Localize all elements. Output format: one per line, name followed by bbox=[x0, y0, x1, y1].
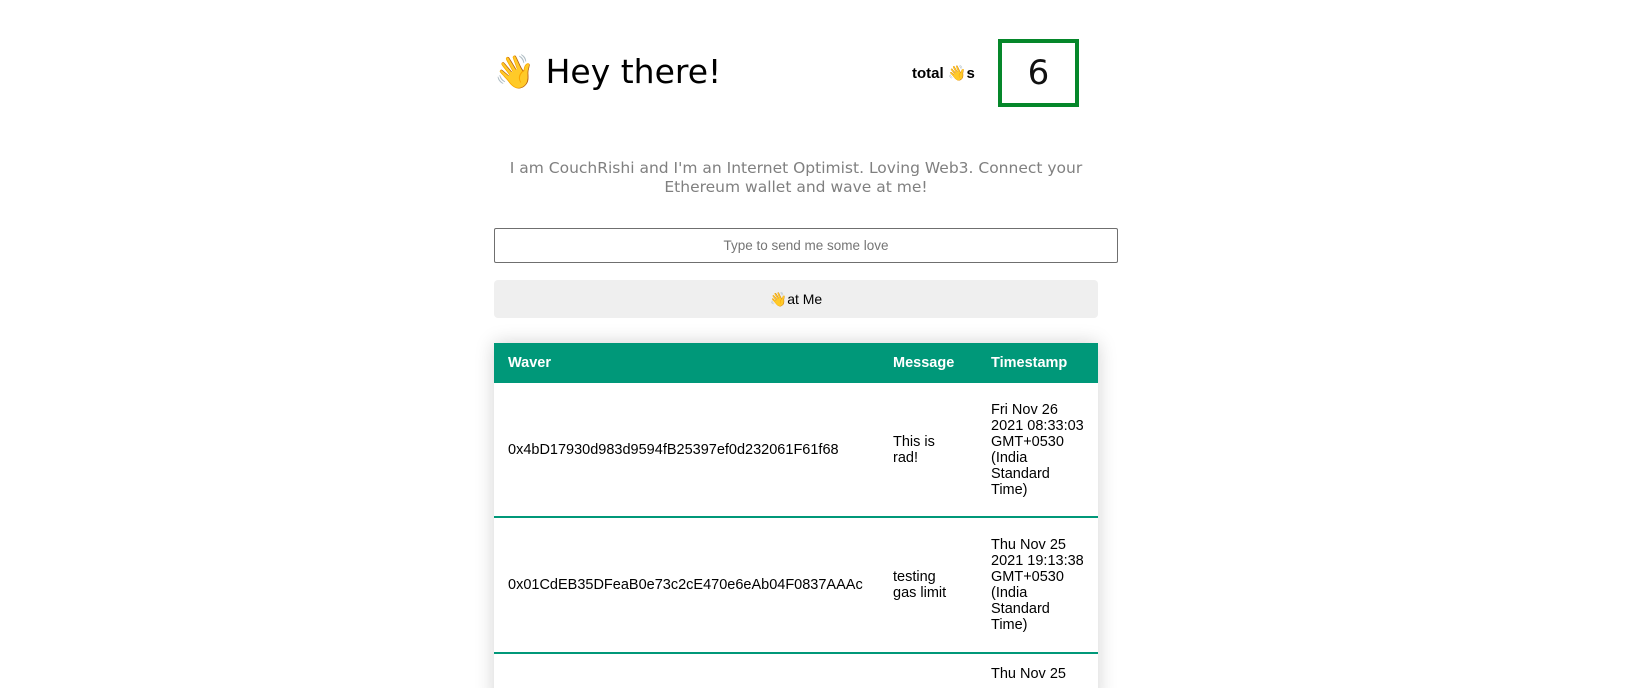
wave-message bbox=[879, 653, 977, 688]
wave-message: This is rad! bbox=[893, 433, 935, 466]
table-row: 0x01CdEB35DFeaB0e73c2cE470e6eAb04F0837AA… bbox=[494, 517, 1098, 653]
page-title: 👋 Hey there! bbox=[494, 52, 722, 91]
waver-address: 0x4bD17930d983d9594fB25397ef0d232061F61f… bbox=[508, 441, 839, 458]
waves-table: Waver Message Timestamp 0x4bD17930d983d9… bbox=[494, 343, 1098, 688]
wave-message: testing gas limit bbox=[893, 569, 947, 601]
wave-timestamp: Thu Nov 25 2021 19:13:38 GMT+0530 (India… bbox=[991, 537, 1084, 633]
waves-table-container: Waver Message Timestamp 0x4bD17930d983d9… bbox=[494, 343, 1098, 688]
table-row: Thu Nov 25 bbox=[494, 653, 1098, 688]
message-input[interactable] bbox=[494, 228, 1118, 263]
page: 👋 Hey there! total 👋s 6 I am CouchRishi … bbox=[0, 0, 1632, 688]
waver-address: 0x01CdEB35DFeaB0e73c2cE470e6eAb04F0837AA… bbox=[508, 577, 863, 593]
wave-button[interactable]: 👋at Me bbox=[494, 280, 1098, 318]
header-timestamp: Timestamp bbox=[991, 355, 1068, 371]
total-waves-label: total 👋s bbox=[912, 65, 975, 82]
wave-timestamp: Fri Nov 26 2021 08:33:03 GMT+0530 (India… bbox=[991, 401, 1084, 498]
bio-text: I am CouchRishi and I'm an Internet Opti… bbox=[509, 159, 1083, 196]
wave-timestamp: Thu Nov 25 bbox=[991, 666, 1066, 682]
table-row: 0x4bD17930d983d9594fB25397ef0d232061F61f… bbox=[494, 383, 1098, 517]
waver-address bbox=[494, 653, 879, 688]
header-message: Message bbox=[893, 355, 955, 371]
header-waver: Waver bbox=[508, 355, 551, 371]
table-header-row: Waver Message Timestamp bbox=[494, 343, 1098, 383]
header: 👋 Hey there! total 👋s 6 bbox=[494, 38, 1079, 108]
total-waves-count: 6 bbox=[998, 39, 1079, 107]
